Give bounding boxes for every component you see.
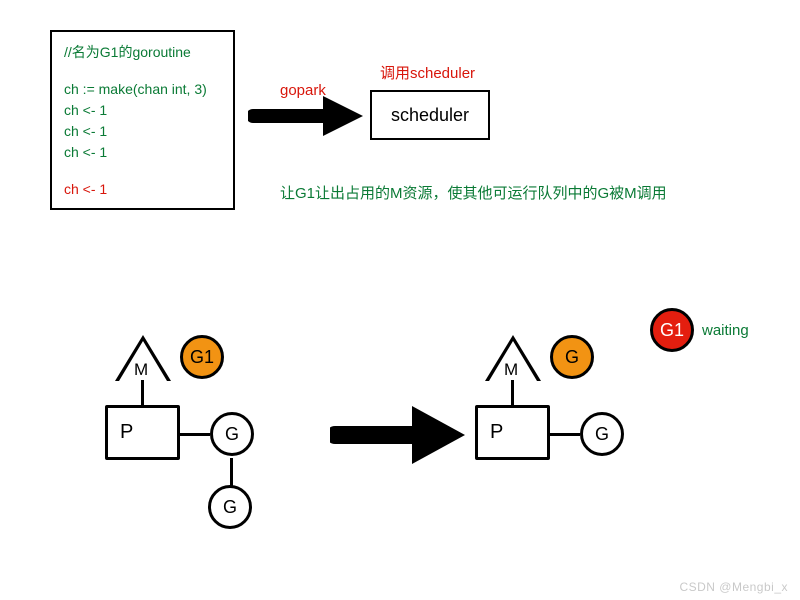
call-scheduler-label: 调用scheduler bbox=[380, 62, 475, 83]
code-line-block: ch <- 1 bbox=[64, 179, 221, 200]
watermark: CSDN @Mengbi_x bbox=[679, 580, 788, 594]
m-label: M bbox=[134, 360, 148, 380]
g-running-node: G bbox=[550, 335, 594, 379]
mpg-after: M P G G bbox=[430, 320, 690, 540]
g-running-label: G bbox=[565, 347, 579, 368]
code-line-3: ch <- 1 bbox=[64, 121, 221, 142]
code-line-1: ch := make(chan int, 3) bbox=[64, 79, 221, 100]
p-label: P bbox=[120, 421, 133, 444]
code-comment: //名为G1的goroutine bbox=[64, 42, 221, 63]
g-queue-node-right: G bbox=[580, 412, 624, 456]
edge-p-g bbox=[180, 433, 210, 436]
g-label-side-right: G bbox=[595, 424, 609, 445]
p-box-right: P bbox=[475, 405, 550, 460]
code-box: //名为G1的goroutine ch := make(chan int, 3)… bbox=[50, 30, 235, 210]
g-queue-node-2: G bbox=[208, 485, 252, 529]
mpg-before: M P G1 G G bbox=[60, 320, 320, 540]
edge-m-p-right bbox=[511, 380, 514, 406]
explain-text: 让G1让出占用的M资源，使其他可运行队列中的G被M调用 bbox=[280, 182, 667, 203]
g-queue-node-1: G bbox=[210, 412, 254, 456]
scheduler-text: scheduler bbox=[391, 105, 469, 126]
g1-running-node: G1 bbox=[180, 335, 224, 379]
g1-waiting-label: G1 bbox=[660, 320, 684, 341]
p-box: P bbox=[105, 405, 180, 460]
waiting-label: waiting bbox=[702, 322, 749, 339]
p-label-right: P bbox=[490, 421, 503, 444]
edge-m-p bbox=[141, 380, 144, 406]
arrow-to-scheduler-icon bbox=[248, 88, 368, 143]
scheduler-box: scheduler bbox=[370, 90, 490, 140]
g-label-below-left: G bbox=[223, 497, 237, 518]
code-line-2: ch <- 1 bbox=[64, 100, 221, 121]
edge-g-g bbox=[230, 458, 233, 486]
g-label-side-left: G bbox=[225, 424, 239, 445]
code-line-4: ch <- 1 bbox=[64, 142, 221, 163]
edge-p-g-right bbox=[550, 433, 580, 436]
g1-running-label: G1 bbox=[190, 347, 214, 368]
g1-waiting-node: G1 bbox=[650, 308, 694, 352]
m-label-right: M bbox=[504, 360, 518, 380]
